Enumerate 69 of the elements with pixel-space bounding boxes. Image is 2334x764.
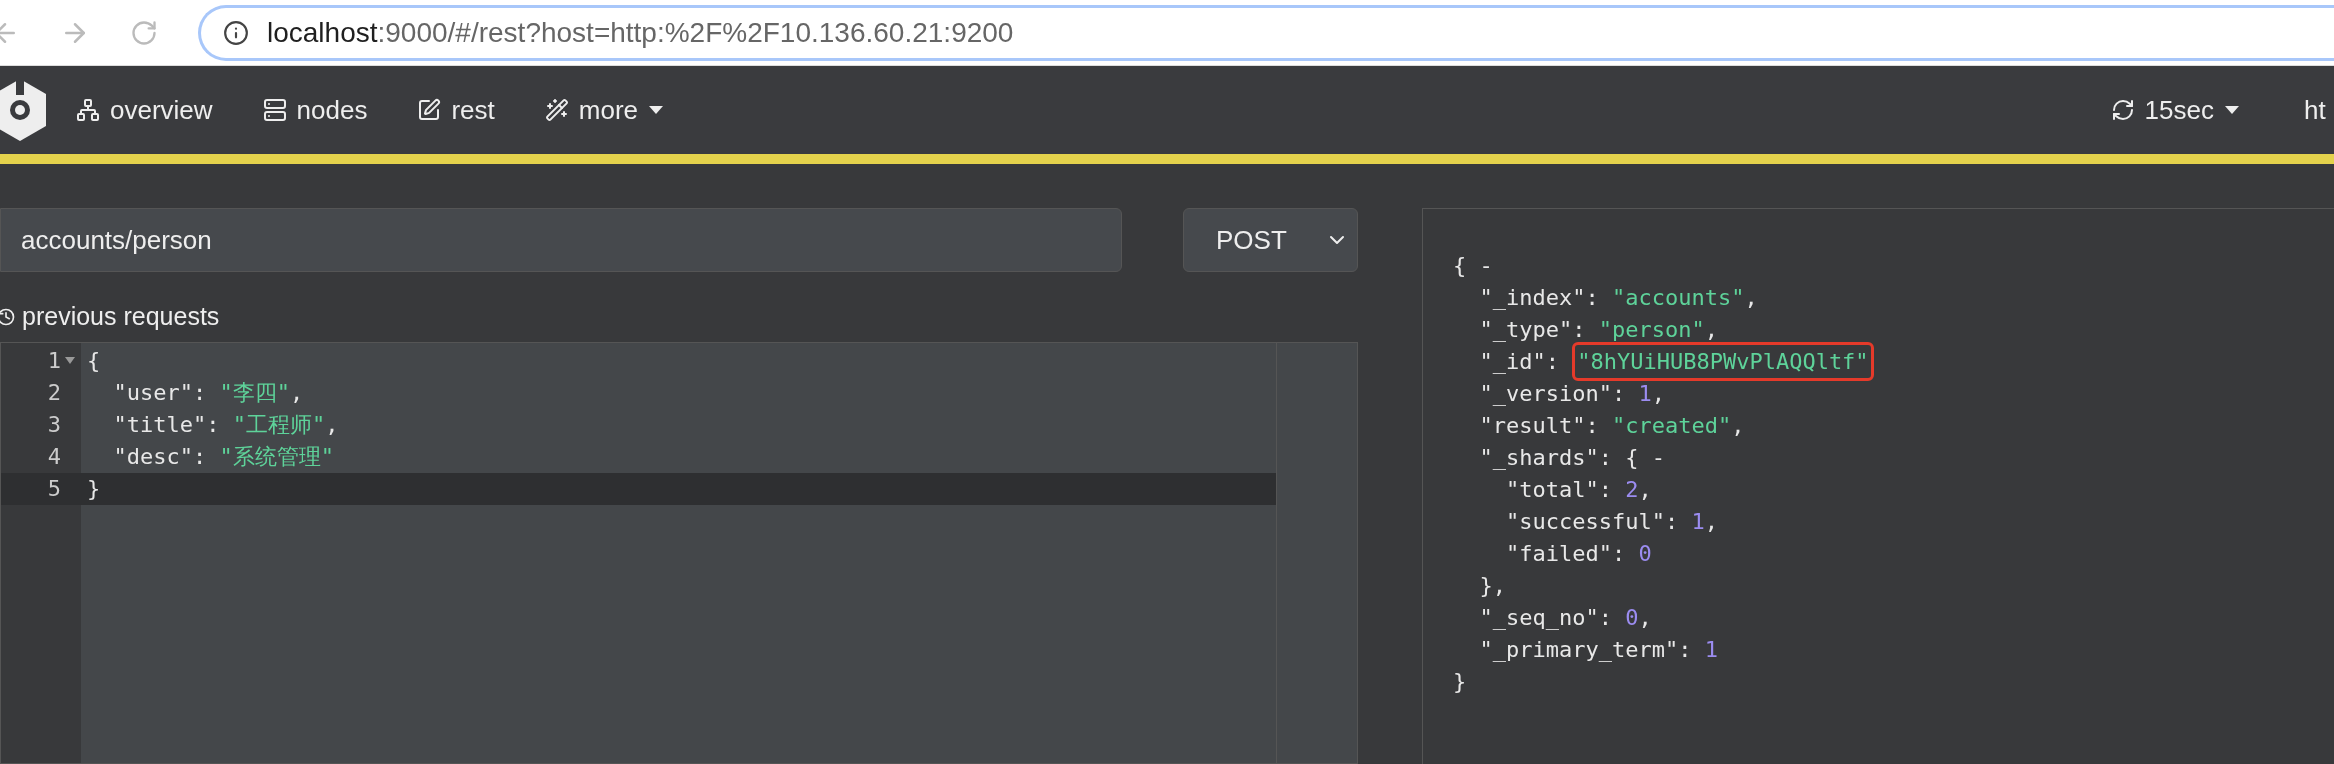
json-token: , [1744, 283, 1758, 312]
line-number: 2 [47, 379, 61, 407]
code-token: "系统管理" [219, 443, 334, 471]
refresh-icon [2110, 98, 2135, 122]
nav-link[interactable]: more [544, 90, 665, 130]
json-token: "accounts" [1611, 283, 1745, 312]
json-token: , [1638, 603, 1652, 632]
code-editor[interactable]: 1 2 3 4 5 { "user": "李四", "title": "工程师", "desc": "系统管理" } [0, 341, 1358, 764]
nav-icon [262, 98, 287, 122]
json-token: 0 [1638, 539, 1652, 568]
json-token: , [1731, 411, 1745, 440]
json-token: "result": [1478, 411, 1600, 440]
json-token: 2 [1625, 475, 1639, 504]
method-select[interactable]: POST [1183, 208, 1358, 272]
json-token: "total": [1504, 475, 1613, 504]
history-icon [0, 306, 16, 327]
refresh-dropdown[interactable]: 15sec [2110, 90, 2240, 130]
nav-link[interactable]: overview [76, 90, 213, 130]
nav-link[interactable]: ht [2304, 90, 2334, 130]
code-token: "title": [112, 411, 221, 439]
previous-requests-link[interactable]: previous requests [0, 298, 1358, 336]
line-number: 5 [47, 475, 61, 503]
path-field[interactable]: accounts/person [0, 208, 1122, 272]
caret-icon [2224, 105, 2240, 115]
nav-link[interactable]: rest [417, 90, 495, 130]
code-token: } [87, 475, 101, 503]
line-number: 1 [47, 347, 61, 375]
json-token: , [1704, 507, 1718, 536]
url-text: localhost:9000/#/rest?host=http:%2F%2F10.136.60.21:9200 [267, 15, 1014, 50]
json-token: "_index": [1478, 283, 1600, 312]
json-token: "_type": [1478, 315, 1587, 344]
json-token: "_primary_term": [1478, 635, 1693, 664]
json-token: "successful": [1504, 507, 1680, 536]
nav-icon [417, 98, 442, 122]
json-token: "_id": [1478, 347, 1560, 376]
json-token: 0 [1625, 603, 1639, 632]
json-token: { - [1453, 251, 1493, 280]
line-number: 3 [47, 411, 61, 439]
json-token: } [1453, 667, 1467, 696]
json-token: , [1638, 475, 1652, 504]
json-token: "person" [1598, 315, 1705, 344]
json-token: }, [1478, 571, 1506, 600]
json-token: , [1651, 379, 1665, 408]
code-token: "user": [112, 379, 208, 407]
nav-icon [544, 98, 569, 122]
code-token: "工程师" [232, 411, 326, 439]
code-token: , [289, 379, 304, 407]
nav-link[interactable]: nodes [262, 90, 368, 130]
annotation-box: "8hYUiHUB8PWvPlAQQltf" [1572, 341, 1874, 381]
json-token: "_seq_no": [1478, 603, 1613, 632]
json-token: "failed": [1504, 539, 1627, 568]
json-token: 1 [1691, 507, 1705, 536]
json-token: 1 [1704, 635, 1718, 664]
json-token: "_version": [1478, 379, 1627, 408]
json-token: 1 [1638, 379, 1652, 408]
code-token: { [87, 347, 101, 375]
reload-icon[interactable] [130, 18, 158, 47]
nav-icon [76, 98, 100, 122]
line-number: 4 [47, 443, 61, 471]
code-token: , [325, 411, 339, 439]
info-icon [223, 19, 249, 46]
caret-icon [648, 105, 665, 115]
json-token: "_shards": { - [1478, 443, 1665, 472]
address-bar[interactable]: localhost:9000/#/rest?host=http:%2F%2F10.136.60.21:9200 [198, 4, 2334, 61]
code-token: "desc": [112, 443, 208, 471]
json-token: "created" [1611, 411, 1732, 440]
fold-icon[interactable] [65, 356, 75, 365]
json-token: , [1704, 315, 1718, 344]
code-token: "李四" [219, 379, 290, 407]
